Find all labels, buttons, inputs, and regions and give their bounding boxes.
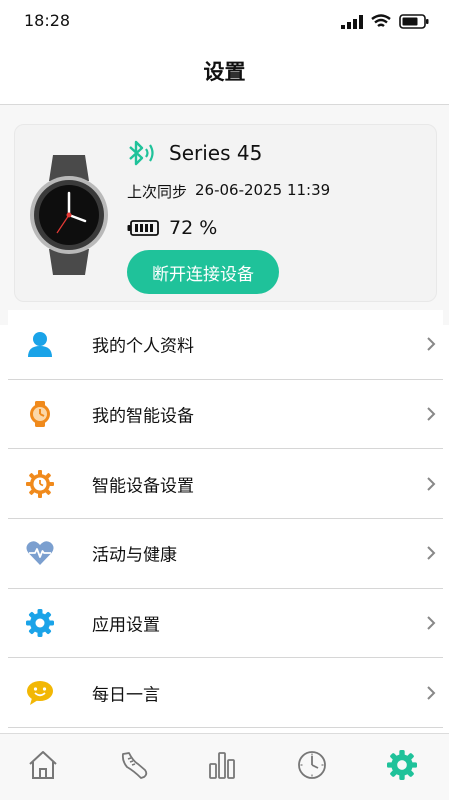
battery-row: 72 % xyxy=(127,217,217,239)
tab-activity[interactable] xyxy=(116,748,150,782)
menu-item-label: 我的智能设备 xyxy=(92,406,194,427)
chevron-right-icon xyxy=(427,477,436,491)
tab-home[interactable] xyxy=(26,748,60,782)
chevron-right-icon xyxy=(427,337,436,352)
device-card: Series 45 上次同步 26-06-2025 11:39 72 % 断开连… xyxy=(14,124,437,302)
chevron-right-icon xyxy=(427,546,436,561)
shoe-icon xyxy=(121,752,148,779)
tab-bar xyxy=(0,733,449,800)
person-icon xyxy=(26,330,54,358)
last-sync-value: 26-06-2025 11:39 xyxy=(195,181,331,199)
status-bar: 18:28 xyxy=(0,0,449,44)
tab-history[interactable] xyxy=(295,748,329,782)
device-name-row: Series 45 xyxy=(127,139,262,167)
home-icon xyxy=(29,751,57,779)
device-battery-icon xyxy=(127,220,159,236)
battery-status-icon xyxy=(399,14,429,29)
menu-item-my-devices[interactable]: 我的智能设备 xyxy=(8,380,443,450)
battery-percent: 72 % xyxy=(169,217,218,239)
status-time: 18:28 xyxy=(24,11,71,30)
page-title: 设置 xyxy=(203,60,246,84)
device-name: Series 45 xyxy=(169,141,263,165)
settings-menu: 我的个人资料 我的智能设备 智能设备设置 活动与健康 应用设置 每日一言 xyxy=(8,310,443,729)
gear-icon xyxy=(26,609,54,638)
menu-item-profile[interactable]: 我的个人资料 xyxy=(8,310,443,380)
chevron-right-icon xyxy=(427,686,436,700)
smile-chat-icon xyxy=(26,679,54,707)
last-sync-row: 上次同步 26-06-2025 11:39 xyxy=(127,181,330,202)
settings-icon xyxy=(387,750,417,780)
menu-item-label: 我的个人资料 xyxy=(92,336,194,357)
last-sync-label: 上次同步 xyxy=(127,183,188,201)
smartwatch-image xyxy=(30,155,108,275)
tab-settings[interactable] xyxy=(385,748,419,782)
bar-chart-icon xyxy=(209,752,235,779)
status-icons xyxy=(341,14,429,29)
signal-icon xyxy=(341,14,363,29)
clock-icon xyxy=(298,751,326,779)
disconnect-device-button[interactable]: 断开连接设备 xyxy=(127,250,279,294)
wifi-icon xyxy=(371,14,391,27)
menu-item-device-settings[interactable]: 智能设备设置 xyxy=(8,449,443,520)
menu-item-activity-health[interactable]: 活动与健康 xyxy=(8,519,443,589)
watch-icon xyxy=(26,400,54,428)
tab-statistics[interactable] xyxy=(205,748,239,782)
menu-item-label: 智能设备设置 xyxy=(92,476,194,497)
menu-item-daily-quote[interactable]: 每日一言 xyxy=(8,658,443,729)
menu-item-label: 每日一言 xyxy=(92,685,160,706)
heart-pulse-icon xyxy=(26,539,54,567)
bluetooth-icon xyxy=(129,140,154,166)
chevron-right-icon xyxy=(427,407,436,421)
menu-item-label: 活动与健康 xyxy=(92,545,177,566)
gear-clock-icon xyxy=(26,469,54,498)
menu-item-app-settings[interactable]: 应用设置 xyxy=(8,589,443,659)
menu-item-label: 应用设置 xyxy=(92,615,160,636)
chevron-right-icon xyxy=(427,616,436,630)
